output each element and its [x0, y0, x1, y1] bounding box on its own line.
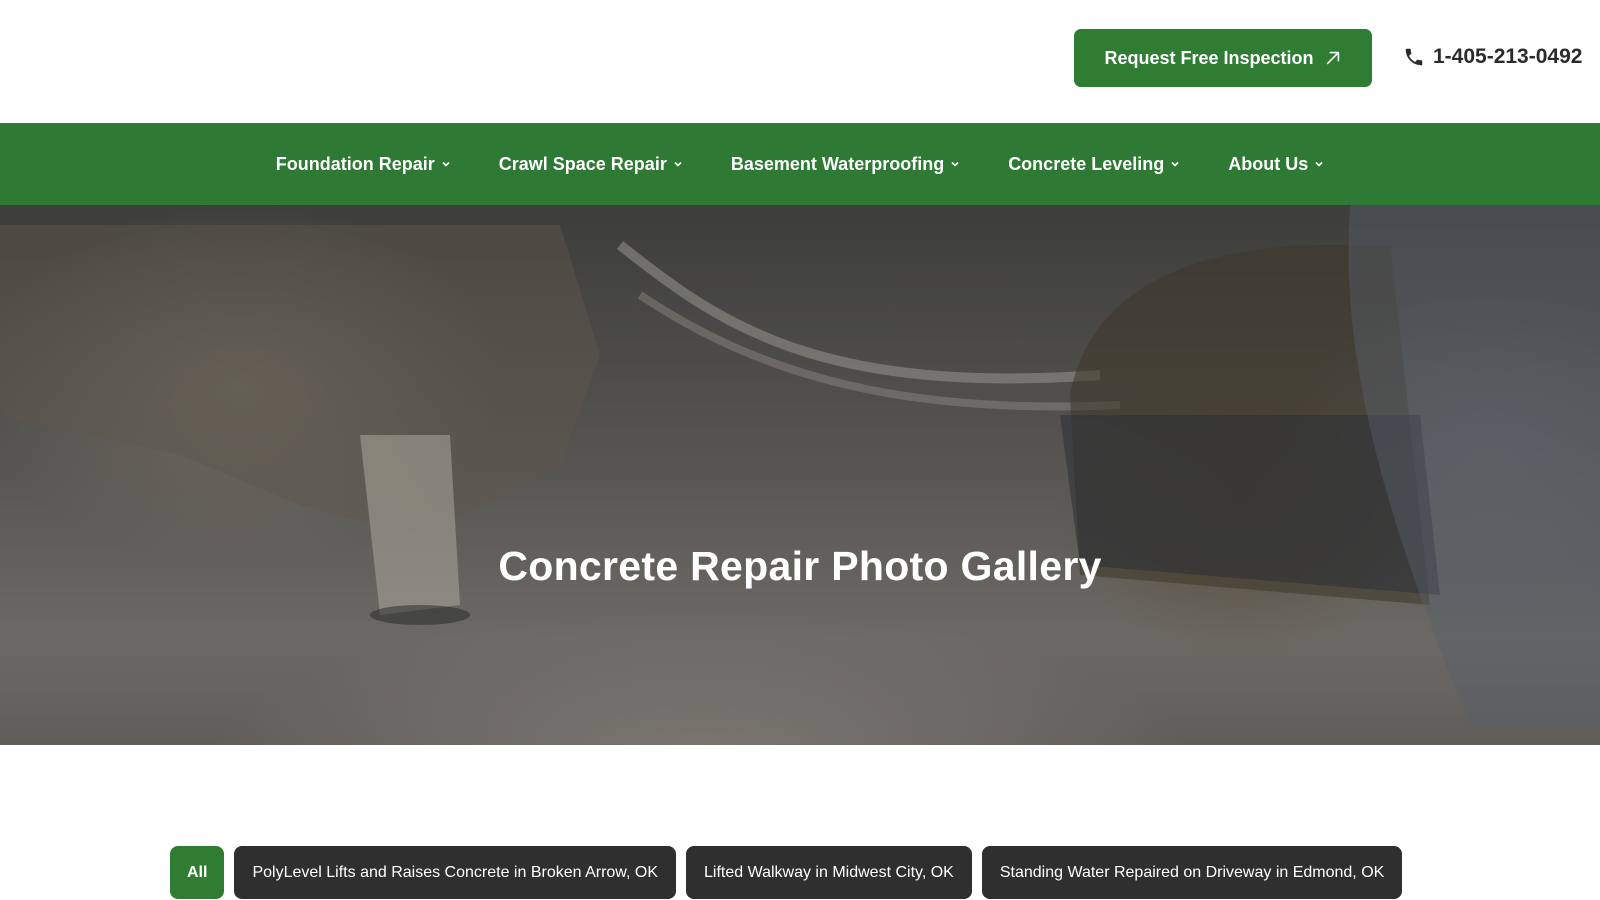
nav-item-crawl-space-repair[interactable]: Crawl Space Repair	[499, 154, 683, 175]
phone-icon	[1405, 48, 1423, 66]
nav-item-label: Concrete Leveling	[1008, 153, 1165, 174]
nav-item-basement-waterproofing[interactable]: Basement Waterproofing	[731, 154, 960, 175]
nav-item-label: Foundation Repair	[275, 153, 435, 174]
hero-overlay	[0, 205, 1600, 745]
request-inspection-label: Request Free Inspection	[1104, 47, 1314, 68]
chevron-down-icon	[674, 161, 682, 167]
phone-number: 1-405-213-0492	[1433, 45, 1583, 68]
filter-all[interactable]: All	[170, 846, 225, 899]
phone-link[interactable]: 1-405-213-0492	[1403, 40, 1582, 74]
main-nav: Foundation Repair Crawl Space Repair Bas…	[0, 123, 1600, 205]
nav-item-foundation-repair[interactable]: Foundation Repair	[276, 154, 451, 175]
filter-standing-water-edmond[interactable]: Standing Water Repaired on Driveway in E…	[981, 846, 1403, 899]
nav-item-label: Crawl Space Repair	[498, 153, 667, 174]
hero-banner: Concrete Repair Photo Gallery	[0, 205, 1600, 745]
filter-lifted-walkway-midwest-city[interactable]: Lifted Walkway in Midwest City, OK	[685, 846, 972, 899]
request-inspection-button[interactable]: Request Free Inspection	[1074, 29, 1372, 87]
nav-item-label: About Us	[1228, 153, 1309, 174]
nav-item-label: Basement Waterproofing	[730, 153, 945, 174]
chevron-down-icon	[951, 161, 959, 167]
filter-polylevel-broken-arrow[interactable]: PolyLevel Lifts and Raises Concrete in B…	[234, 846, 676, 899]
page-title: Concrete Repair Photo Gallery	[498, 543, 1102, 589]
nav-item-concrete-leveling[interactable]: Concrete Leveling	[1008, 154, 1180, 175]
chevron-down-icon	[1171, 161, 1179, 167]
nav-item-about-us[interactable]: About Us	[1228, 154, 1324, 175]
chevron-down-icon	[1315, 161, 1323, 167]
arrow-up-right-icon	[1326, 51, 1339, 65]
site-header: Request Free Inspection 1-405-213-0492	[0, 0, 1600, 123]
chevron-down-icon	[442, 161, 450, 167]
gallery-filter-bar: All PolyLevel Lifts and Raises Concrete …	[170, 846, 1403, 899]
